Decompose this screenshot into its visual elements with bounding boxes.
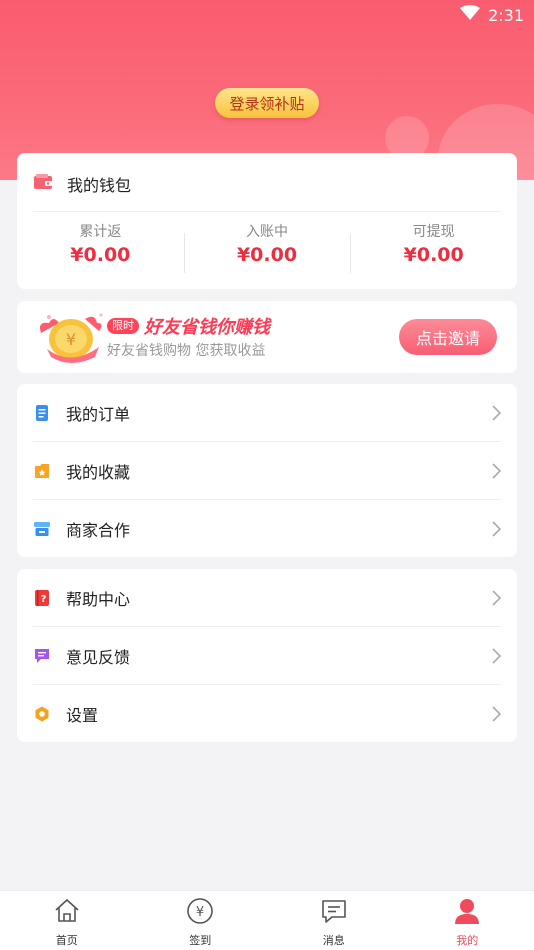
coin-gift-icon: ¥ [35,311,115,365]
chevron-right-icon [491,521,501,537]
tab-label: 签到 [189,932,211,948]
invite-title: 限时 好友省钱你赚钱 [107,315,270,337]
status-bar: 2:31 [460,4,524,26]
wifi-icon [460,5,480,25]
wallet-title: 我的钱包 [67,172,131,196]
wallet-stats: 累计返 ¥0.00 入账中 ¥0.00 可提现 ¥0.00 [17,219,517,273]
stat-total-rebate[interactable]: 累计返 ¥0.00 [17,219,184,273]
svg-text:?: ? [41,594,47,605]
menu-item-merchant[interactable]: 商家合作 [17,500,517,558]
login-subsidy-button[interactable]: 登录领补贴 [215,88,319,118]
chevron-right-icon [491,590,501,606]
stat-value: ¥0.00 [404,244,464,266]
stat-label: 可提现 [413,221,455,241]
menu-group-secondary: ? 帮助中心 意见反馈 设置 [17,569,517,742]
menu-item-feedback[interactable]: 意见反馈 [17,627,517,685]
invite-button[interactable]: 点击邀请 [399,319,497,355]
help-icon: ? [34,590,50,606]
favorite-icon [34,463,50,479]
stat-value: ¥0.00 [237,244,297,266]
stat-label: 累计返 [79,221,121,241]
menu-group-primary: 我的订单 我的收藏 商家合作 [17,384,517,557]
svg-text:¥: ¥ [196,905,204,920]
wallet-header[interactable]: 我的钱包 [33,173,131,195]
store-icon [34,521,50,537]
tab-messages[interactable]: 消息 [267,891,401,950]
limited-badge: 限时 [107,318,139,334]
feedback-icon [34,648,50,664]
stat-label: 入账中 [246,221,288,241]
tab-label: 首页 [56,932,78,948]
message-icon [320,897,348,929]
menu-item-label: 帮助中心 [66,586,130,610]
chevron-right-icon [491,463,501,479]
menu-item-orders[interactable]: 我的订单 [17,384,517,442]
menu-item-favorites[interactable]: 我的收藏 [17,442,517,500]
tab-home[interactable]: 首页 [0,891,134,950]
menu-item-help[interactable]: ? 帮助中心 [17,569,517,627]
wallet-icon [33,173,53,195]
invite-headline: 好友省钱你赚钱 [144,313,270,339]
stat-withdrawable[interactable]: 可提现 ¥0.00 [350,219,517,273]
stat-pending[interactable]: 入账中 ¥0.00 [184,219,351,273]
profile-icon [453,897,481,929]
wallet-card: 我的钱包 累计返 ¥0.00 入账中 ¥0.00 可提现 ¥0.00 [17,153,517,289]
menu-item-settings[interactable]: 设置 [17,685,517,743]
chevron-right-icon [491,405,501,421]
menu-item-label: 设置 [66,702,98,726]
menu-item-label: 我的订单 [66,401,130,425]
menu-item-label: 商家合作 [66,517,130,541]
divider [33,211,501,212]
menu-item-label: 我的收藏 [66,459,130,483]
tab-label: 消息 [323,932,345,948]
tab-checkin[interactable]: ¥ 签到 [134,891,268,950]
menu-item-label: 意见反馈 [66,644,130,668]
chevron-right-icon [491,648,501,664]
tab-profile[interactable]: 我的 [401,891,534,950]
bottom-tab-bar: 首页 ¥ 签到 消息 我的 [0,890,534,950]
stat-value: ¥0.00 [70,244,130,266]
status-time: 2:31 [488,6,524,25]
order-icon [34,405,50,421]
svg-text:¥: ¥ [66,330,76,349]
settings-icon [34,706,50,722]
tab-label: 我的 [456,932,478,948]
checkin-icon: ¥ [186,897,214,929]
home-icon [53,897,81,929]
invite-subtitle: 好友省钱购物 您获取收益 [107,340,265,360]
chevron-right-icon [491,706,501,722]
invite-banner[interactable]: ¥ 限时 好友省钱你赚钱 好友省钱购物 您获取收益 点击邀请 [17,301,517,373]
